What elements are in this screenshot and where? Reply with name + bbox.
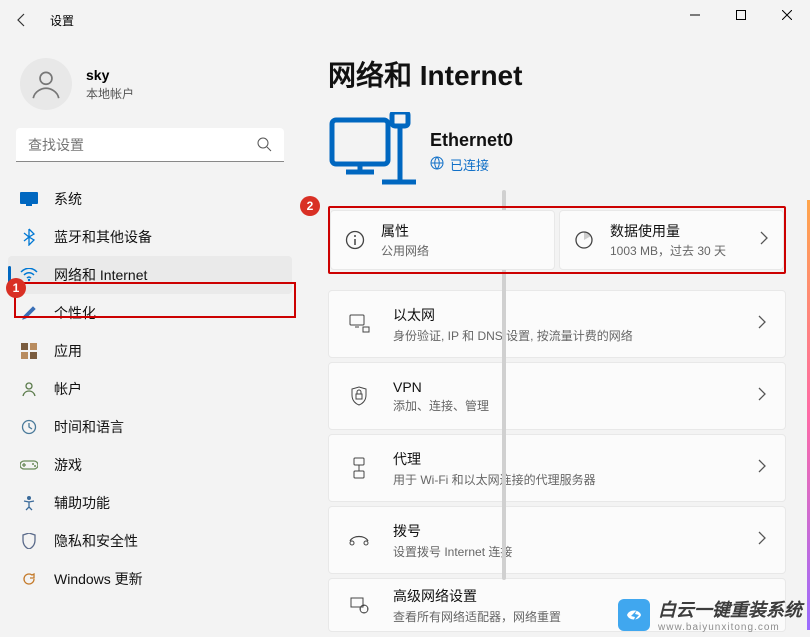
sidebar-item-label: 应用 xyxy=(54,341,82,361)
item-title: 拨号 xyxy=(393,521,512,541)
sidebar-item-label: Windows 更新 xyxy=(54,569,143,589)
sidebar-item-label: 个性化 xyxy=(54,303,96,323)
gaming-icon xyxy=(20,456,38,474)
card-title: 数据使用量 xyxy=(610,221,726,241)
proxy-icon xyxy=(347,457,371,479)
item-title: 高级网络设置 xyxy=(393,586,561,606)
item-sub: 查看所有网络适配器，网络重置 xyxy=(393,608,561,625)
chevron-right-icon xyxy=(757,459,767,478)
user-sub: 本地帐户 xyxy=(86,85,134,102)
sidebar: sky 本地帐户 系统 蓝牙和其他设备 网络和 Internet xyxy=(0,40,300,637)
ethernet-item[interactable]: 以太网 身份验证, IP 和 DNS 设置, 按流量计费的网络 xyxy=(328,290,786,358)
maximize-button[interactable] xyxy=(718,0,764,30)
connection-status: 已连接 xyxy=(450,155,489,174)
sidebar-item-personalization[interactable]: 个性化 xyxy=(8,294,292,332)
user-name: sky xyxy=(86,67,134,83)
chevron-right-icon xyxy=(757,387,767,406)
main-content: 网络和 Internet Ethernet0 已连接 xyxy=(300,40,810,637)
brush-icon xyxy=(20,304,38,322)
accounts-icon xyxy=(20,380,38,398)
item-title: 以太网 xyxy=(393,305,633,325)
watermark: 白云一键重装系统 www.baiyunxitong.com xyxy=(618,596,802,633)
globe-icon xyxy=(430,156,444,173)
data-usage-card[interactable]: 数据使用量 1003 MB，过去 30 天 xyxy=(559,210,784,270)
card-sub: 1003 MB，过去 30 天 xyxy=(610,242,726,259)
sidebar-item-label: 游戏 xyxy=(54,455,82,475)
window-title: 设置 xyxy=(50,12,74,29)
chevron-right-icon xyxy=(757,315,767,334)
watermark-title: 白云一键重装系统 xyxy=(658,596,802,622)
sidebar-item-label: 系统 xyxy=(54,189,82,209)
chevron-right-icon xyxy=(757,531,767,550)
sidebar-item-label: 时间和语言 xyxy=(54,417,124,437)
clock-icon xyxy=(20,418,38,436)
computer-ethernet-icon xyxy=(328,112,416,192)
sidebar-item-label: 帐户 xyxy=(54,379,82,399)
page-title: 网络和 Internet xyxy=(328,54,786,94)
annotation-badge-2: 2 xyxy=(300,196,320,216)
settings-network-icon xyxy=(347,596,371,614)
sidebar-item-accessibility[interactable]: 辅助功能 xyxy=(8,484,292,522)
sidebar-item-privacy[interactable]: 隐私和安全性 xyxy=(8,522,292,560)
usage-icon xyxy=(574,230,596,250)
sidebar-item-accounts[interactable]: 帐户 xyxy=(8,370,292,408)
info-icon xyxy=(345,230,367,250)
user-block[interactable]: sky 本地帐户 xyxy=(0,50,300,128)
search-icon xyxy=(256,136,272,157)
properties-card[interactable]: 属性 公用网络 xyxy=(330,210,555,270)
sidebar-item-update[interactable]: Windows 更新 xyxy=(8,560,292,598)
chevron-right-icon xyxy=(759,231,769,250)
search-input[interactable] xyxy=(16,128,284,162)
system-icon xyxy=(20,190,38,208)
back-button[interactable] xyxy=(8,6,36,34)
sidebar-item-time[interactable]: 时间和语言 xyxy=(8,408,292,446)
sidebar-item-system[interactable]: 系统 xyxy=(8,180,292,218)
ethernet-icon xyxy=(347,314,371,334)
bluetooth-icon xyxy=(20,228,38,246)
close-button[interactable] xyxy=(764,0,810,30)
proxy-item[interactable]: 代理 用于 Wi-Fi 和以太网连接的代理服务器 xyxy=(328,434,786,502)
update-icon xyxy=(20,570,38,588)
item-sub: 用于 Wi-Fi 和以太网连接的代理服务器 xyxy=(393,471,596,488)
dialup-item[interactable]: 拨号 设置拨号 Internet 连接 xyxy=(328,506,786,574)
sidebar-item-bluetooth[interactable]: 蓝牙和其他设备 xyxy=(8,218,292,256)
connection-name: Ethernet0 xyxy=(430,130,513,151)
avatar xyxy=(20,58,72,110)
shield-icon xyxy=(20,532,38,550)
item-sub: 设置拨号 Internet 连接 xyxy=(393,543,512,560)
search-box[interactable] xyxy=(16,128,284,162)
network-status: Ethernet0 已连接 xyxy=(328,112,786,192)
accessibility-icon xyxy=(20,494,38,512)
watermark-logo xyxy=(618,599,650,631)
sidebar-item-label: 辅助功能 xyxy=(54,493,110,513)
sidebar-item-network[interactable]: 网络和 Internet xyxy=(8,256,292,294)
item-title: 代理 xyxy=(393,449,596,469)
sidebar-item-label: 网络和 Internet xyxy=(54,265,147,285)
sidebar-item-gaming[interactable]: 游戏 xyxy=(8,446,292,484)
watermark-url: www.baiyunxitong.com xyxy=(658,622,802,633)
apps-icon xyxy=(20,342,38,360)
item-sub: 身份验证, IP 和 DNS 设置, 按流量计费的网络 xyxy=(393,327,633,344)
minimize-button[interactable] xyxy=(672,0,718,30)
vpn-item[interactable]: VPN 添加、连接、管理 xyxy=(328,362,786,430)
dialup-icon xyxy=(347,533,371,547)
sidebar-item-apps[interactable]: 应用 xyxy=(8,332,292,370)
sidebar-item-label: 蓝牙和其他设备 xyxy=(54,227,152,247)
item-sub: 添加、连接、管理 xyxy=(393,397,489,414)
nav: 系统 蓝牙和其他设备 网络和 Internet 个性化 应用 帐户 xyxy=(0,180,300,598)
card-title: 属性 xyxy=(381,221,429,241)
card-sub: 公用网络 xyxy=(381,242,429,259)
item-title: VPN xyxy=(393,379,489,395)
sidebar-item-label: 隐私和安全性 xyxy=(54,531,138,551)
annotation-badge-1: 1 xyxy=(6,278,26,298)
shield-lock-icon xyxy=(347,386,371,406)
